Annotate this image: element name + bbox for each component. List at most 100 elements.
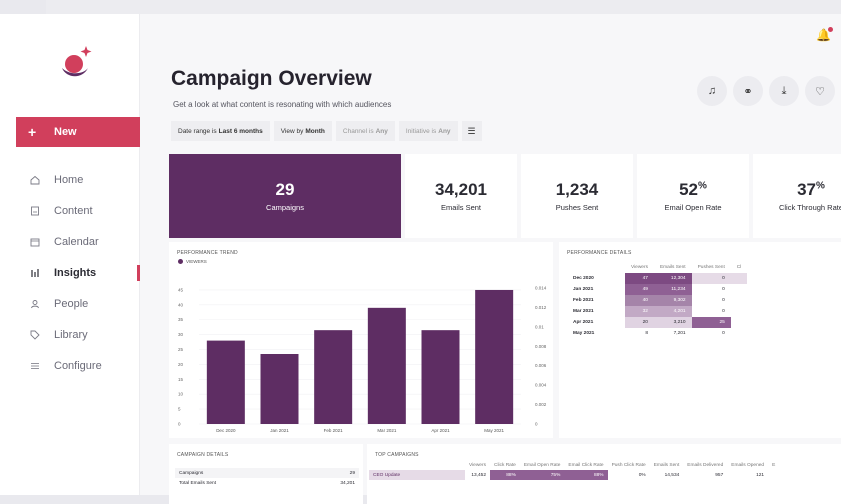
new-button[interactable]: + New (16, 117, 140, 147)
column-header[interactable]: Email Click Rate (564, 460, 607, 470)
chart-icon (30, 267, 54, 279)
sidebar-item-label: Home (54, 173, 84, 186)
column-header[interactable]: Cl (731, 261, 748, 273)
kpi-value: 1,234 (555, 180, 599, 199)
table-cell: 32 (625, 306, 654, 317)
table-row[interactable]: CEO Update 13,452 88% 75% 88% 0% 14,534 957 121 (369, 470, 779, 480)
sidebar-item-home[interactable]: Home (30, 164, 140, 195)
table-cell: 12,304 (653, 273, 692, 284)
table-cell: 0% (638, 472, 646, 478)
column-header[interactable]: Email Open Rate (520, 460, 565, 470)
sidebar-item-label: Calendar (54, 235, 99, 248)
table-cell: Campaigns (179, 470, 204, 476)
kpi-value: 34,201 (435, 180, 487, 199)
table-row: Campaigns 29 (175, 468, 359, 478)
table-cell: 3,210 (653, 317, 692, 328)
y2-tick-label: 0.014 (535, 286, 547, 291)
top-campaigns-table: Viewers Click Rate Email Open Rate Email Cl… (369, 460, 779, 480)
tag-icon (30, 329, 54, 341)
column-header[interactable]: Emails Sent (654, 261, 692, 273)
y-tick-label: 45 (178, 287, 184, 292)
kpi-card-campaigns[interactable]: 29 Campaigns (169, 154, 401, 238)
panel-title: TOP CAMPAIGNS (375, 452, 419, 458)
filter-value: Last 6 months (218, 127, 263, 135)
column-header[interactable]: Viewers (465, 460, 490, 470)
row-label: Apr 2021 (573, 320, 594, 325)
table-cell: 20 (625, 317, 654, 328)
sidebar-item-people[interactable]: People (30, 288, 140, 319)
column-header[interactable]: Pushes Sent (692, 261, 731, 273)
table-cell: 8 (625, 328, 654, 339)
row-label: Jan 2021 (573, 287, 594, 292)
favorite-button[interactable]: ♡ (805, 76, 835, 106)
bar (421, 330, 460, 424)
kpi-card-click-through-rate[interactable]: 37% Click Through Rate (753, 154, 841, 238)
heart-icon: ♡ (815, 85, 825, 98)
channel-filter[interactable]: Channel is Any (335, 121, 395, 141)
x-tick-label: Jan 2021 (270, 428, 289, 433)
table-cell: Total Emails Sent (179, 480, 217, 486)
kpi-card-emails-sent[interactable]: 34,201 Emails Sent (405, 154, 517, 238)
column-header[interactable]: Emails Sent (650, 460, 684, 470)
column-header[interactable]: Emails Opened (727, 460, 768, 470)
table-cell: 0 (722, 287, 725, 292)
bar (260, 354, 299, 424)
sidebar-item-label: Insights (54, 266, 97, 279)
column-header[interactable]: Emails Delivered (683, 460, 727, 470)
filter-label: View by (280, 127, 304, 135)
filter-label: Channel is (342, 127, 374, 135)
y-tick-label: 15 (178, 377, 184, 382)
table-row[interactable]: May 2021 8 7,201 0 (567, 328, 747, 339)
row-label: Feb 2021 (573, 298, 594, 303)
column-header[interactable]: Click Rate (490, 460, 520, 470)
table-cell: 34,201 (340, 480, 355, 486)
table-cell: 121 (756, 472, 765, 478)
table-row[interactable]: Dec 2020 47 12,304 0 (567, 273, 748, 284)
table-cell: 11,234 (653, 284, 692, 295)
column-header[interactable]: Viewers (625, 261, 654, 273)
sidebar-item-insights[interactable]: Insights (30, 257, 140, 288)
plus-icon: + (28, 124, 37, 140)
sidebar-item-calendar[interactable]: Calendar (30, 226, 140, 257)
campaign-name-link[interactable]: CEO Update (369, 470, 465, 480)
app-logo (62, 46, 92, 77)
table-row[interactable]: Apr 2021 20 3,210 25 (567, 317, 747, 328)
view-by-filter[interactable]: View by Month (273, 121, 332, 141)
table-row[interactable]: Jan 2021 49 11,234 0 (567, 284, 747, 295)
bell-button[interactable]: ♫ (697, 76, 727, 106)
sidebar-item-library[interactable]: Library (30, 319, 140, 350)
column-header[interactable]: E (768, 460, 779, 470)
kpi-label: Pushes Sent (555, 203, 599, 212)
table-row[interactable]: Mar 2021 32 4,201 0 (567, 306, 747, 317)
y-tick-label: 20 (178, 362, 184, 367)
performance-trend-panel: PERFORMANCE TREND VIEWERS 0 5 10 15 20 25 30 35… (169, 242, 553, 438)
notification-bell-icon[interactable]: 🔔 (816, 27, 833, 42)
table-header-row: Viewers Emails Sent Pushes Sent Cl (567, 261, 747, 273)
kpi-card-pushes-sent[interactable]: 1,234 Pushes Sent (521, 154, 633, 238)
table-cell: 957 (715, 472, 724, 478)
download-button[interactable]: ⤓ (769, 76, 799, 106)
y-tick-label: 10 (178, 392, 184, 397)
table-row: Total Emails Sent 34,201 (175, 478, 359, 488)
y-tick-label: 35 (178, 317, 184, 322)
column-header[interactable]: Push Click Rate (608, 460, 650, 470)
filter-value: Any (438, 127, 451, 135)
sidebar-item-content[interactable]: Content (30, 195, 140, 226)
initiative-filter[interactable]: Initiative is Any (398, 121, 458, 141)
link-button[interactable]: ⚭ (733, 76, 763, 106)
y2-tick-label: 0.006 (535, 363, 547, 368)
filter-bar: Date range is Last 6 months View by Month … (171, 121, 482, 141)
table-row[interactable]: Feb 2021 40 9,302 0 (567, 295, 747, 306)
kpi-label: Campaigns (266, 203, 304, 212)
table-cell: 9,302 (653, 295, 692, 306)
sidebar-nav: Home Content Calendar Insights People Li… (30, 164, 140, 381)
filter-settings-button[interactable]: ☰ (461, 121, 482, 141)
window-top-strip (46, 0, 841, 14)
sidebar-item-configure[interactable]: Configure (30, 350, 140, 381)
kpi-card-email-open-rate[interactable]: 52% Email Open Rate (637, 154, 749, 238)
date-range-filter[interactable]: Date range is Last 6 months (171, 121, 270, 141)
sidebar-item-label: Content (54, 204, 93, 217)
table-cell: 0 (722, 331, 725, 336)
y-tick-label: 5 (178, 407, 181, 412)
column-header (369, 460, 465, 470)
